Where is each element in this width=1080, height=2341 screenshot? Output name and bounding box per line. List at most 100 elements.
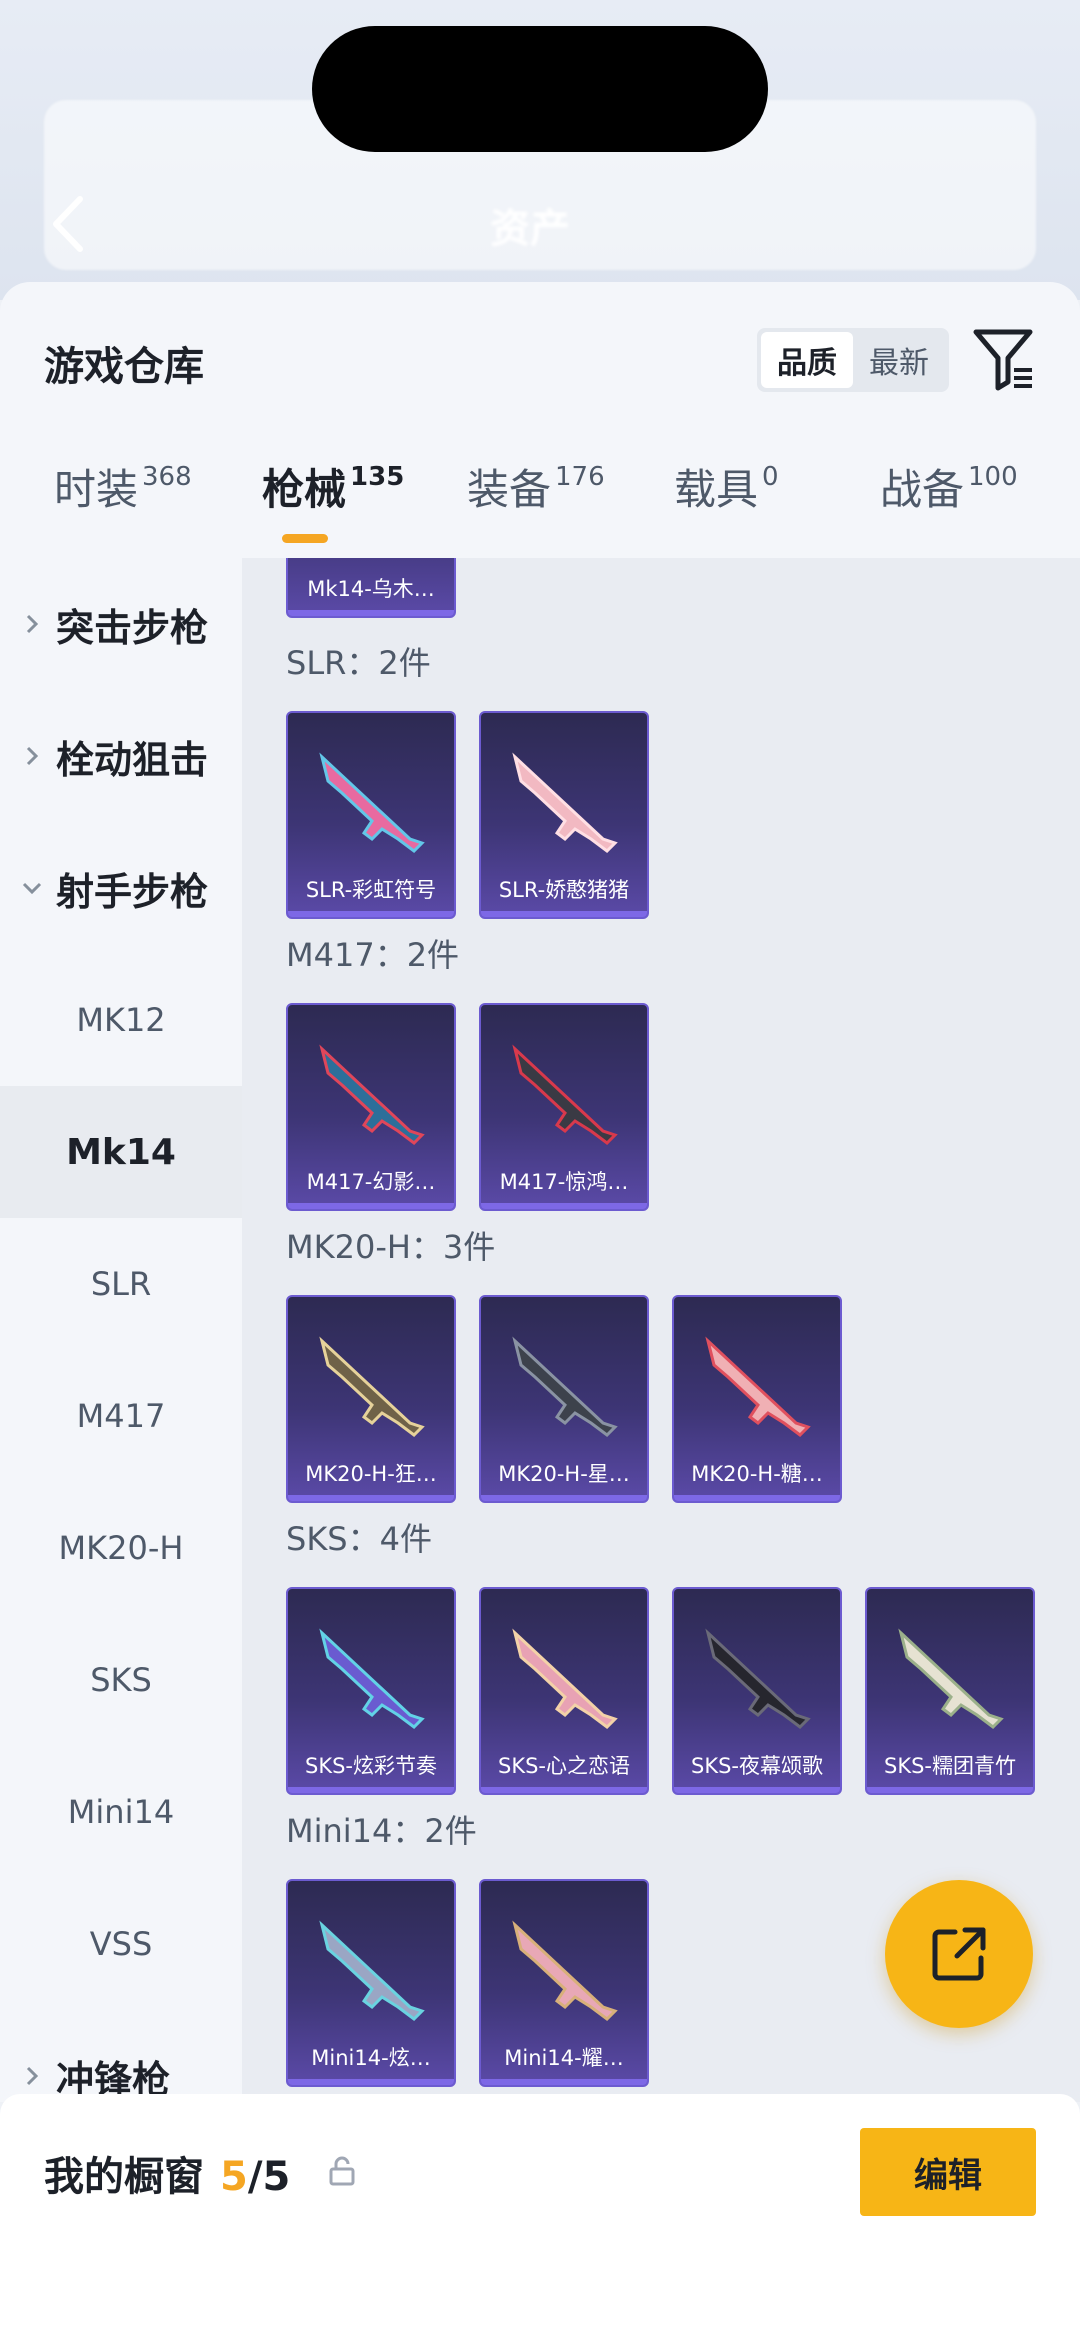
weapon-card-label: Mk14-乌木… — [307, 577, 435, 601]
sidebar-item-label: MK12 — [76, 1001, 166, 1039]
weapon-card[interactable]: MK20-H-糖… — [672, 1295, 842, 1503]
section-title-m417: M417：2件 — [286, 936, 460, 974]
sidebar-item-label: M417 — [76, 1397, 166, 1435]
showcase-bar: 我的橱窗 5 /5 编辑 — [0, 2094, 1080, 2341]
active-tab-indicator — [282, 534, 328, 543]
sidebar-item-label: Mini14 — [67, 1793, 175, 1831]
weapon-card[interactable]: M417-惊鸿… — [479, 1003, 649, 1211]
sidebar-group-bolt-sniper[interactable]: 栓动狙击 — [0, 690, 242, 822]
weapon-card-label: Mini14-炫… — [311, 2046, 431, 2070]
weapon-card-label: SKS-夜幕颂歌 — [690, 1754, 823, 1778]
rifle-icon — [319, 752, 425, 853]
sidebar-item-m417[interactable]: M417 — [0, 1350, 242, 1482]
weapon-card[interactable]: Mini14-炫… — [286, 1879, 456, 2087]
sidebar-item-vss[interactable]: VSS — [0, 1878, 242, 2010]
showcase-count-total: /5 — [247, 2154, 291, 2200]
sidebar-item-label: SLR — [90, 1265, 152, 1303]
page-title: 资产 — [490, 206, 570, 252]
sidebar-group-label: 射手步枪 — [56, 869, 209, 914]
showcase-title-row: 我的橱窗 5 /5 — [44, 2144, 290, 2202]
tab-count: 0 — [762, 462, 779, 492]
tab-label: 战备 — [880, 465, 965, 514]
lock-icon — [328, 2156, 356, 2186]
weapon-card-label: SKS-心之恋语 — [497, 1754, 630, 1778]
sidebar-item-sks[interactable]: SKS — [0, 1614, 242, 1746]
tab-equipment[interactable]: 装备 176 — [467, 460, 605, 540]
rifle-icon — [512, 1628, 618, 1729]
weapon-card[interactable]: Mk14-乌木… — [286, 558, 456, 618]
weapon-card-label: MK20-H-星… — [498, 1462, 630, 1486]
tab-firearms[interactable]: 枪械 135 — [262, 460, 404, 540]
weapon-card-label: MK20-H-狂… — [305, 1462, 437, 1486]
rifle-icon — [319, 1628, 425, 1729]
weapon-card[interactable]: M417-幻影… — [286, 1003, 456, 1211]
rifle-icon — [319, 1920, 425, 2021]
sidebar-group-assault-rifle[interactable]: 突击步枪 — [0, 558, 242, 690]
tab-vehicles[interactable]: 载具 0 — [674, 460, 779, 540]
sidebar-group-marksman-rifle[interactable]: 射手步枪 — [0, 822, 242, 954]
weapon-card[interactable]: SKS-心之恋语 — [479, 1587, 649, 1795]
section-title-slr: SLR：2件 — [286, 644, 431, 682]
sidebar-group-smg[interactable]: 冲锋枪 — [0, 2010, 242, 2102]
tab-count: 135 — [350, 462, 405, 492]
tab-label: 装备 — [467, 465, 552, 514]
weapon-grid: Mk14-乌木… SLR：2件 SLR-彩虹符号 SLR-娇憨猪猪 M417：2… — [242, 558, 1080, 2102]
weapon-card[interactable]: Mini14-耀… — [479, 1879, 649, 2087]
rifle-icon — [705, 1336, 811, 1437]
tab-label: 时装 — [54, 465, 139, 514]
weapon-card-label: SLR-彩虹符号 — [305, 878, 437, 902]
rifle-icon — [512, 1920, 618, 2021]
weapon-card[interactable]: SKS-糯团青竹 — [865, 1587, 1035, 1795]
back-arrow-icon[interactable] — [40, 190, 96, 258]
sidebar-item-slr[interactable]: SLR — [0, 1218, 242, 1350]
showcase-title: 我的橱窗 — [44, 2154, 204, 2200]
section-title-mk20h: MK20-H：3件 — [286, 1228, 496, 1266]
sidebar-item-label: MK20-H — [58, 1529, 184, 1567]
tab-count: 176 — [555, 462, 605, 492]
weapon-card-label: SLR-娇憨猪猪 — [498, 878, 630, 902]
weapon-card-label: M417-幻影… — [306, 1170, 436, 1194]
sidebar-group-label: 突击步枪 — [56, 605, 209, 650]
sidebar-item-mk20h[interactable]: MK20-H — [0, 1482, 242, 1614]
rifle-icon — [319, 1044, 425, 1145]
weapon-category-sidebar: 突击步枪 栓动狙击 射手步枪 MK12 Mk14 SLR M417 MK20-H… — [0, 558, 242, 2102]
section-title-mini14: Mini14：2件 — [286, 1812, 477, 1850]
weapon-card-label: MK20-H-糖… — [691, 1462, 823, 1486]
tab-count: 368 — [142, 462, 192, 492]
weapon-card[interactable]: MK20-H-星… — [479, 1295, 649, 1503]
share-external-icon — [932, 1927, 986, 1981]
rifle-icon — [512, 1044, 618, 1145]
chevron-right-icon — [20, 744, 44, 768]
tab-combat-supplies[interactable]: 战备 100 — [880, 460, 1018, 540]
weapon-card[interactable]: SKS-炫彩节奏 — [286, 1587, 456, 1795]
rifle-icon — [512, 1336, 618, 1437]
rifle-icon — [319, 1336, 425, 1437]
weapon-card-label: SKS-糯团青竹 — [883, 1754, 1016, 1778]
share-button[interactable] — [885, 1880, 1033, 2028]
sort-quality-option[interactable]: 品质 — [761, 332, 853, 388]
tab-label: 载具 — [674, 465, 759, 514]
category-tabs: 时装 368 枪械 135 装备 176 载具 0 战备 100 — [0, 460, 1080, 540]
tab-label: 枪械 — [262, 465, 347, 514]
weapon-card[interactable]: SKS-夜幕颂歌 — [672, 1587, 842, 1795]
section-title-sks: SKS：4件 — [286, 1520, 432, 1558]
camera-notch — [312, 26, 768, 152]
sort-newest-option[interactable]: 最新 — [853, 332, 945, 388]
tab-fashion[interactable]: 时装 368 — [54, 460, 192, 540]
sort-toggle[interactable]: 品质 最新 — [757, 328, 949, 392]
weapon-card[interactable]: SLR-彩虹符号 — [286, 711, 456, 919]
filter-icon[interactable] — [972, 326, 1036, 392]
sidebar-item-mini14[interactable]: Mini14 — [0, 1746, 242, 1878]
header-background: 资产 — [0, 0, 1080, 300]
chevron-down-icon — [20, 876, 44, 900]
chevron-right-icon — [20, 612, 44, 636]
weapon-card[interactable]: MK20-H-狂… — [286, 1295, 456, 1503]
weapon-card-label: SKS-炫彩节奏 — [304, 1754, 437, 1778]
weapon-card[interactable]: SLR-娇憨猪猪 — [479, 711, 649, 919]
edit-button[interactable]: 编辑 — [860, 2128, 1036, 2216]
sheet-title: 游戏仓库 — [44, 344, 204, 390]
sidebar-item-label: Mk14 — [66, 1131, 176, 1173]
sidebar-item-mk14[interactable]: Mk14 — [0, 1086, 242, 1218]
sidebar-item-mk12[interactable]: MK12 — [0, 954, 242, 1086]
rifle-icon — [512, 752, 618, 853]
